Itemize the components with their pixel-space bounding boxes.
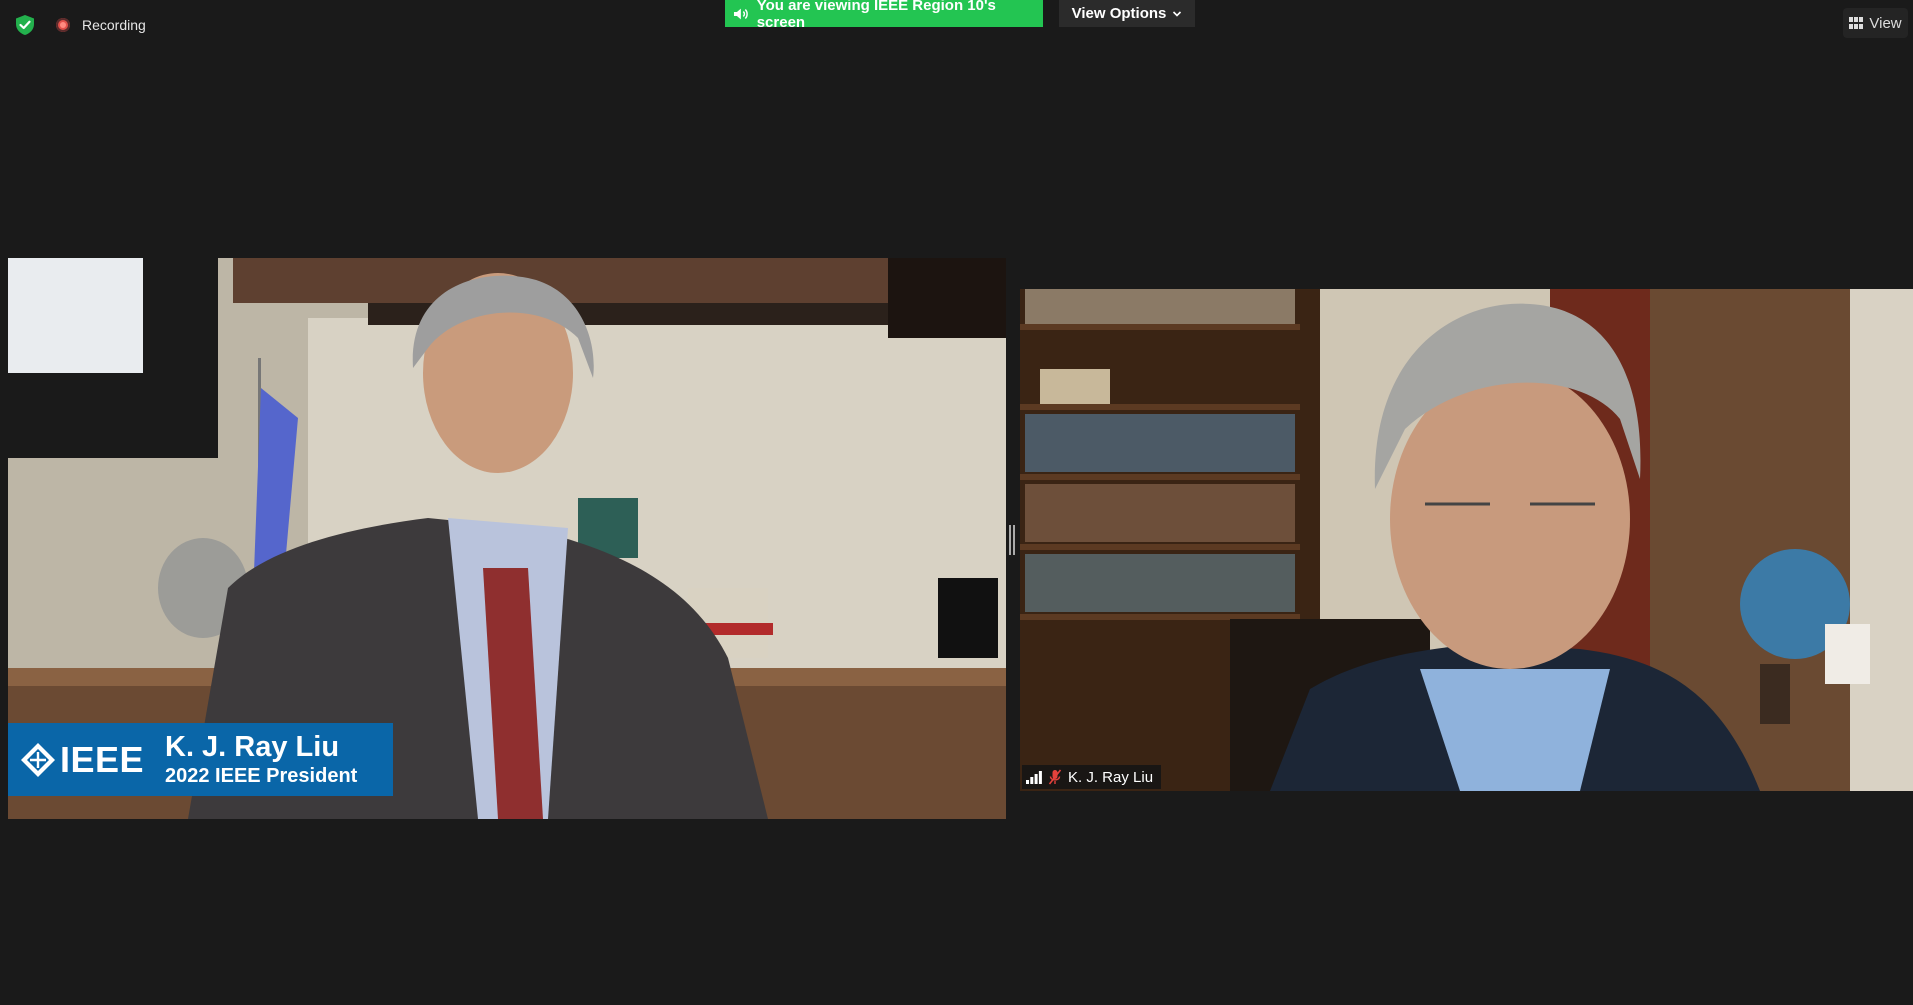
ieee-diamond-icon: [21, 742, 55, 777]
view-label: View: [1869, 14, 1902, 32]
viewing-screen-banner: You are viewing IEEE Region 10's screen: [725, 0, 1043, 31]
participant-name-tag: K. J. Ray Liu: [1022, 765, 1162, 789]
ieee-logo: IEEE: [8, 739, 165, 781]
name-lower-third: IEEE K. J. Ray Liu 2022 IEEE President: [8, 723, 393, 796]
signal-bars-icon: [1026, 771, 1042, 784]
study-scene: [1020, 289, 1913, 791]
view-button[interactable]: View: [1843, 8, 1908, 38]
presenter-name: K. J. Ray Liu: [165, 730, 340, 763]
viewing-banner-text: You are viewing IEEE Region 10's screen: [756, 0, 996, 31]
view-options-label: View Options: [1071, 5, 1167, 22]
split-resize-handle[interactable]: [1009, 525, 1015, 555]
recording-label: Recording: [82, 17, 146, 33]
grid-view-icon: [1849, 17, 1864, 29]
participant-video[interactable]: K. J. Ray Liu: [1020, 289, 1913, 791]
recording-indicator[interactable]: Recording: [56, 15, 146, 35]
presenter-title: 2022 IEEE President: [165, 764, 358, 787]
shared-screen-video[interactable]: IEEE K. J. Ray Liu 2022 IEEE President: [8, 258, 1006, 819]
record-dot-icon: [56, 18, 70, 32]
chevron-down-icon: [1173, 10, 1182, 17]
mic-muted-icon: [1048, 769, 1062, 785]
ieee-logo-text: IEEE: [60, 738, 145, 780]
participant-name-label: K. J. Ray Liu: [1068, 768, 1154, 786]
shield-check-icon[interactable]: [14, 14, 36, 36]
speaker-icon: [733, 8, 748, 19]
view-options-button[interactable]: View Options: [1059, 0, 1195, 27]
